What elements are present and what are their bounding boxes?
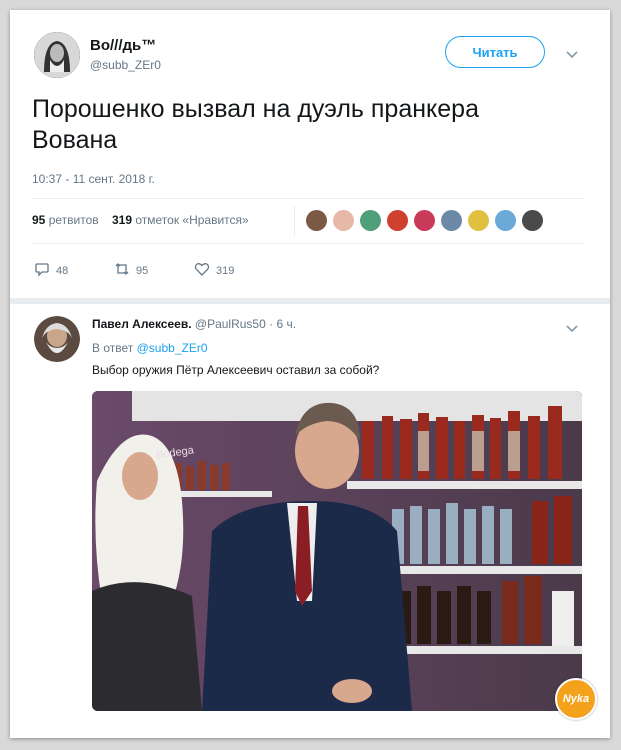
reply-author-handle[interactable]: @PaulRus50	[195, 317, 266, 331]
divider	[32, 243, 584, 244]
follow-button[interactable]: Читать	[445, 36, 545, 68]
liker-avatar[interactable]	[387, 210, 408, 231]
retweets-count[interactable]: 95	[32, 213, 45, 227]
site-watermark-logo: Nyka	[555, 678, 597, 720]
liker-avatar[interactable]	[333, 210, 354, 231]
retweet-action[interactable]: 95	[114, 261, 148, 280]
likes-label[interactable]: отметок «Нравится»	[135, 213, 248, 227]
in-reply-handle-link[interactable]: @subb_ZEr0	[137, 341, 208, 355]
liker-avatar[interactable]	[495, 210, 516, 231]
reply-action[interactable]: 48	[34, 261, 68, 280]
divider	[32, 198, 584, 199]
divider-vertical	[294, 206, 295, 236]
tweet-timestamp[interactable]: 10:37 - 11 сент. 2018 г.	[32, 172, 155, 186]
tweet-text: Порошенко вызвал на дуэль пранкера Вован…	[32, 95, 479, 154]
in-reply-prefix: В ответ	[92, 341, 134, 355]
like-action[interactable]: 319	[194, 261, 234, 280]
liker-avatar[interactable]	[414, 210, 435, 231]
tweet-card: Во///дь™ @subb_ZEr0 Читать Порошенко выз…	[10, 10, 610, 738]
liker-avatar[interactable]	[468, 210, 489, 231]
chevron-down-icon[interactable]	[566, 48, 578, 62]
reply-author-name[interactable]: Павел Алексеев.	[92, 317, 192, 331]
chevron-down-icon[interactable]	[566, 322, 578, 336]
retweets-label[interactable]: ретвитов	[49, 213, 99, 227]
likes-count[interactable]: 319	[112, 213, 132, 227]
reply-icon	[34, 261, 50, 280]
liker-avatar[interactable]	[306, 210, 327, 231]
reply-author-avatar[interactable]	[34, 316, 80, 362]
author-name[interactable]: Во///дь™	[90, 37, 156, 54]
liker-avatar[interactable]	[441, 210, 462, 231]
reply-header: Павел Алексеев. @PaulRus50 · 6 ч.	[92, 317, 296, 331]
tweet-stats: 95 ретвитов 319 отметок «Нравится»	[32, 213, 249, 227]
retweet-icon	[114, 261, 130, 280]
reply-count: 48	[56, 264, 69, 277]
in-reply-to: В ответ @subb_ZEr0	[92, 341, 208, 355]
section-separator	[10, 298, 610, 304]
author-avatar[interactable]	[34, 32, 80, 78]
liker-avatar[interactable]	[360, 210, 381, 231]
retweet-count: 95	[136, 264, 149, 277]
liker-avatar[interactable]	[522, 210, 543, 231]
reply-text: Выбор оружия Пётр Алексеевич оставил за …	[92, 363, 380, 377]
attached-photo[interactable]: Bodega	[92, 391, 582, 711]
reply-time[interactable]: · 6 ч.	[269, 317, 296, 331]
author-handle[interactable]: @subb_ZEr0	[90, 58, 161, 72]
like-count: 319	[216, 264, 235, 277]
heart-icon	[194, 261, 210, 280]
